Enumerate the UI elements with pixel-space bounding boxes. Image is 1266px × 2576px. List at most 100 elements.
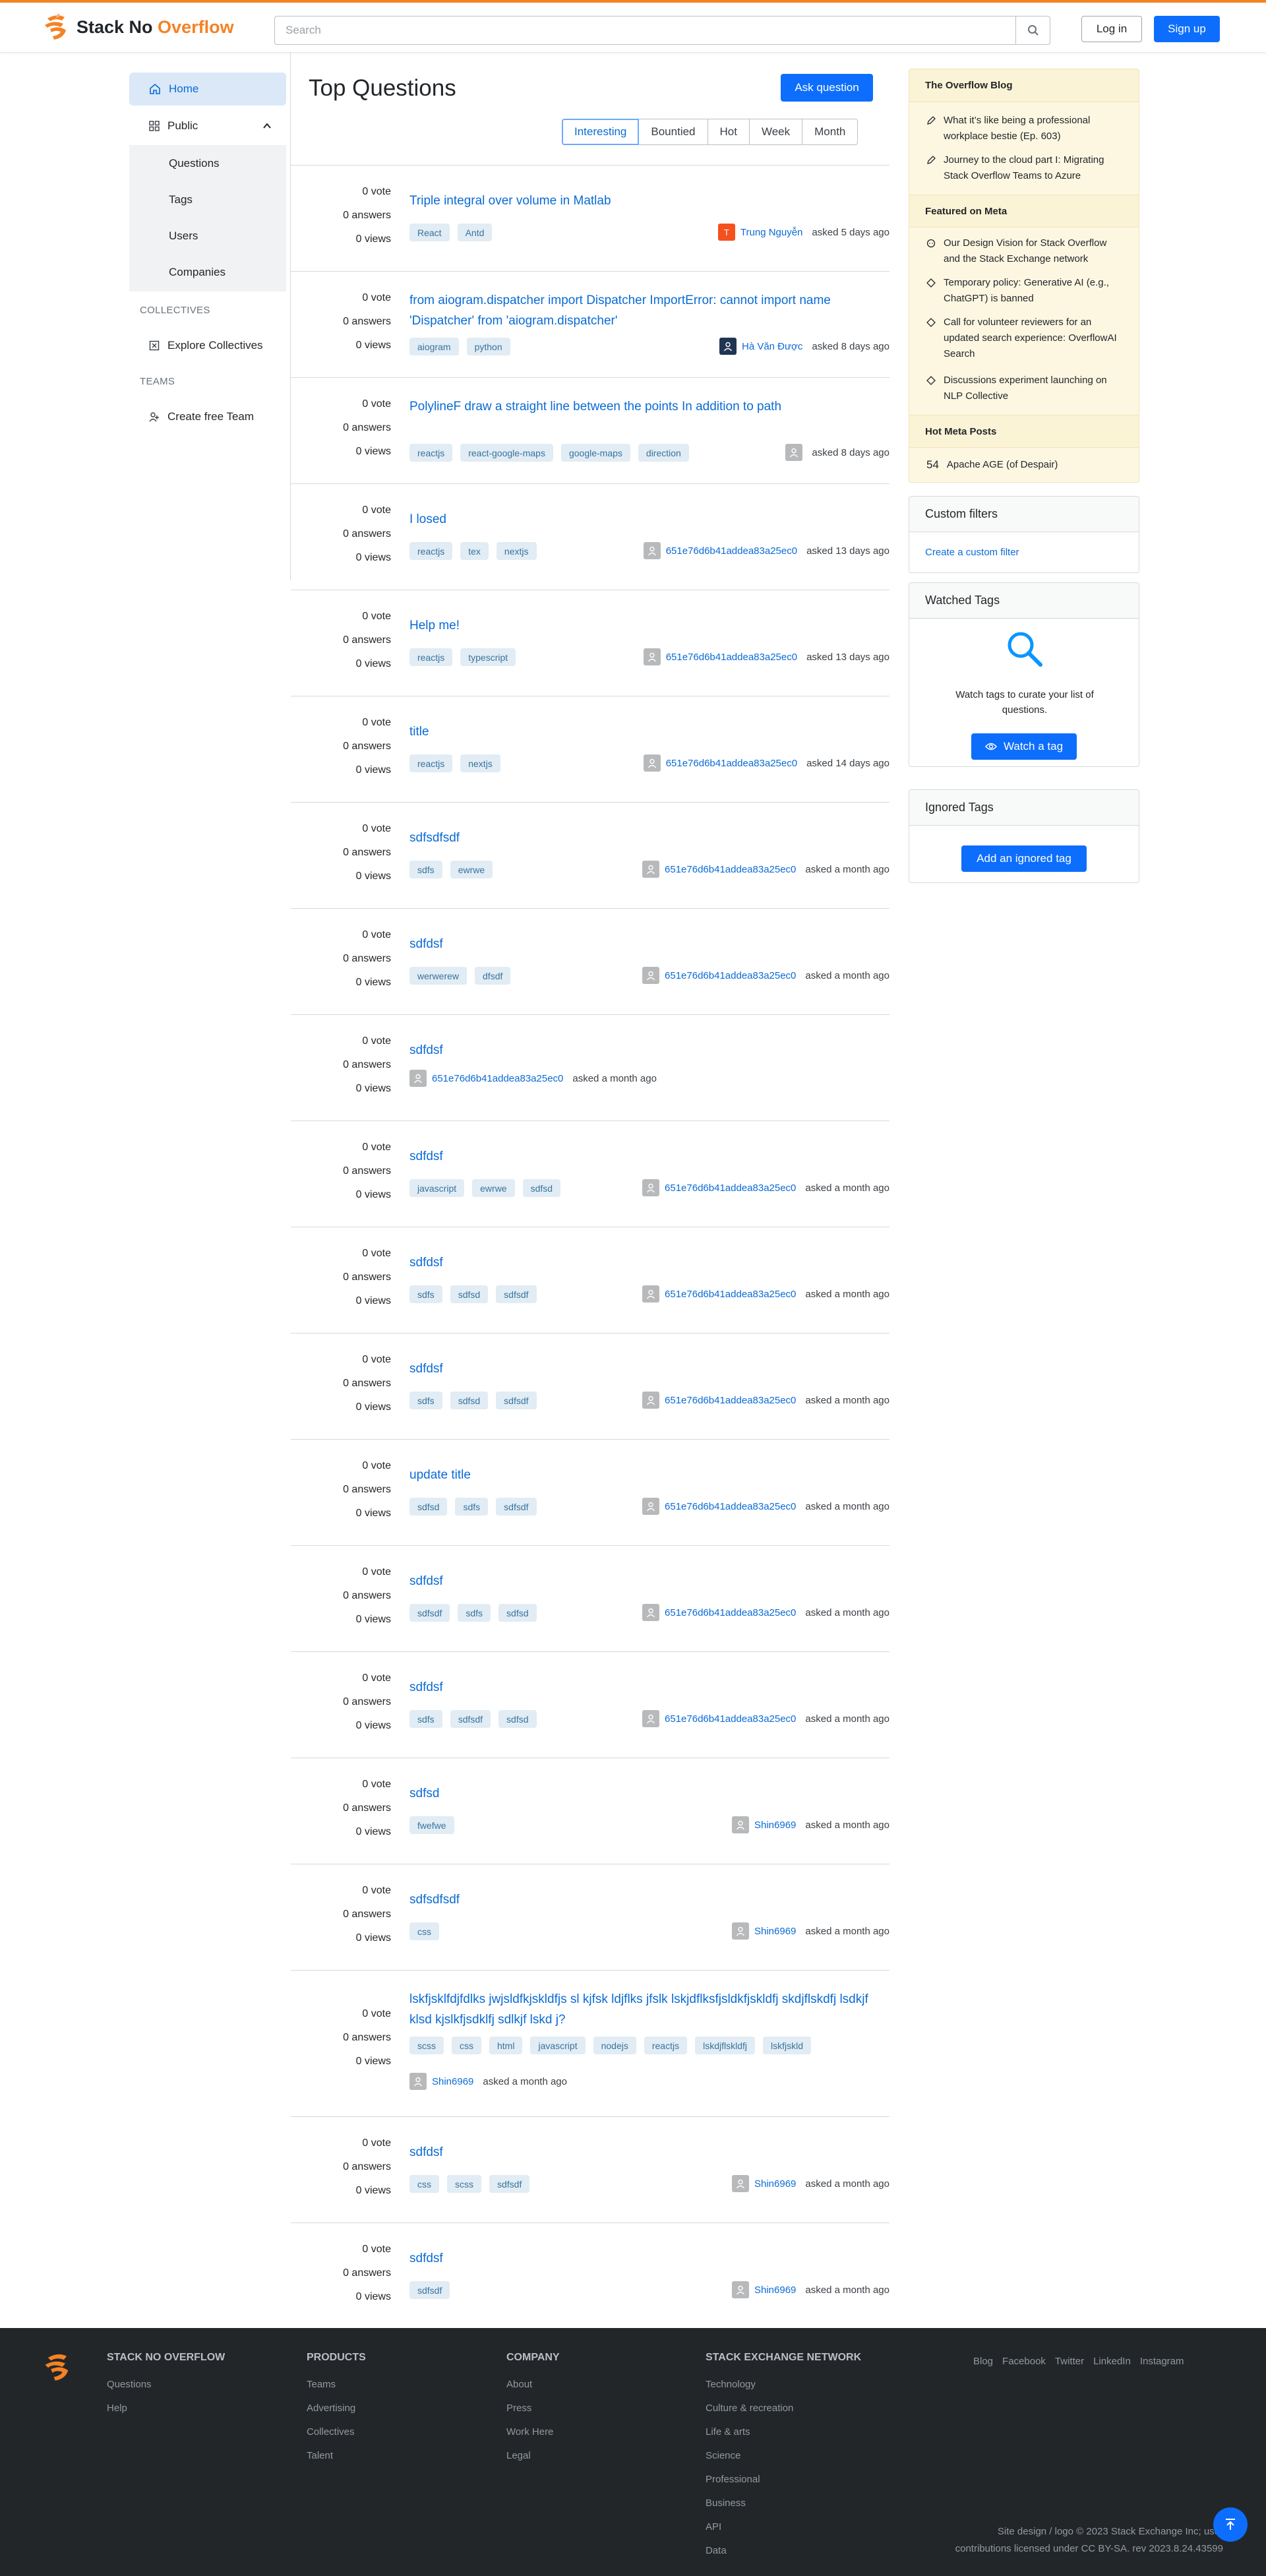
footer-link[interactable]: Advertising (307, 2397, 366, 2420)
meta-item[interactable]: Our Design Vision for Stack Overflow and… (926, 235, 1124, 267)
tag-chip[interactable]: sdfs (409, 1285, 442, 1303)
tag-chip[interactable]: javascript (409, 1179, 465, 1197)
login-button[interactable]: Log in (1081, 16, 1142, 42)
user-name-link[interactable]: 651e76d6b41addea83a25ec0 (665, 1501, 796, 1512)
question-title-link[interactable]: from aiogram.dispatcher import Dispatche… (409, 290, 871, 331)
footer-link[interactable]: Work Here (506, 2420, 560, 2444)
ask-question-button[interactable]: Ask question (781, 74, 873, 102)
user-name-link[interactable]: 651e76d6b41addea83a25ec0 (665, 1713, 796, 1725)
user-avatar[interactable] (642, 1498, 660, 1515)
tag-chip[interactable]: react-google-maps (460, 444, 553, 462)
question-title-link[interactable]: Help me! (409, 615, 871, 636)
tag-chip[interactable]: css (409, 1922, 439, 1940)
user-name-link[interactable]: Shin6969 (432, 2076, 473, 2087)
user-avatar[interactable] (785, 444, 803, 461)
question-title-link[interactable]: sdfdsf (409, 934, 871, 954)
user-name-link[interactable]: Shin6969 (754, 2285, 796, 2296)
tag-chip[interactable]: fwefwe (409, 1816, 454, 1834)
user-name-link[interactable]: 651e76d6b41addea83a25ec0 (665, 970, 796, 981)
chevron-up-icon[interactable] (262, 121, 272, 131)
footer-link[interactable]: About (506, 2373, 560, 2397)
footer-link[interactable]: Professional (706, 2468, 861, 2492)
question-title-link[interactable]: sdfsdfsdf (409, 828, 871, 848)
user-name-link[interactable]: 651e76d6b41addea83a25ec0 (665, 1607, 796, 1618)
watch-tag-button[interactable]: Watch a tag (971, 733, 1077, 760)
sidebar-item-home[interactable]: Home (129, 73, 286, 106)
question-title-link[interactable]: PolylineF draw a straight line between t… (409, 396, 871, 417)
user-avatar[interactable] (642, 967, 660, 984)
tag-chip[interactable]: aiogram (409, 338, 459, 355)
footer-link[interactable]: Culture & recreation (706, 2397, 861, 2420)
add-ignored-tag-button[interactable]: Add an ignored tag (961, 845, 1087, 872)
sidebar-item-questions[interactable]: Questions (129, 145, 286, 181)
user-avatar[interactable] (719, 338, 737, 355)
user-avatar[interactable] (642, 861, 660, 878)
user-name-link[interactable]: Shin6969 (754, 1820, 796, 1831)
search-input[interactable] (275, 16, 1015, 44)
user-name-link[interactable]: 651e76d6b41addea83a25ec0 (665, 1182, 796, 1194)
footer-link[interactable]: Teams (307, 2373, 366, 2397)
tag-chip[interactable]: ewrwe (450, 861, 493, 878)
user-avatar[interactable] (642, 1710, 660, 1727)
footer-link[interactable]: Press (506, 2397, 560, 2420)
user-avatar[interactable] (732, 1922, 749, 1940)
footer-link[interactable]: Technology (706, 2373, 861, 2397)
create-custom-filter-link[interactable]: Create a custom filter (925, 547, 1019, 558)
sidebar-item-public[interactable]: Public (129, 109, 286, 142)
user-name-link[interactable]: Shin6969 (754, 1926, 796, 1937)
blog-item[interactable]: Journey to the cloud part I: Migrating S… (926, 152, 1124, 184)
user-avatar[interactable] (642, 1285, 660, 1303)
tag-chip[interactable]: google-maps (560, 444, 630, 462)
question-title-link[interactable]: sdfsd (409, 1783, 871, 1804)
meta-item[interactable]: Call for volunteer reviewers for an upda… (926, 315, 1124, 362)
user-name-link[interactable]: 651e76d6b41addea83a25ec0 (666, 545, 797, 557)
tag-chip[interactable]: sdfsdf (496, 1498, 537, 1516)
sidebar-item-explore-collectives[interactable]: Explore Collectives (149, 339, 263, 352)
tag-chip[interactable]: sdfsd (450, 1392, 489, 1409)
tag-chip[interactable]: sdfs (409, 1392, 442, 1409)
question-title-link[interactable]: sdfdsf (409, 1571, 871, 1591)
tag-chip[interactable]: React (409, 224, 450, 241)
filter-week[interactable]: Week (748, 119, 803, 145)
user-name-link[interactable]: 651e76d6b41addea83a25ec0 (665, 1395, 796, 1406)
user-avatar[interactable] (732, 2281, 749, 2298)
tag-chip[interactable]: lskdjflskldfj (695, 2037, 755, 2054)
tag-chip[interactable]: css (409, 2175, 439, 2193)
footer-link[interactable]: Science (706, 2444, 861, 2468)
tag-chip[interactable]: css (452, 2037, 481, 2054)
tag-chip[interactable]: ewrwe (472, 1179, 515, 1197)
filter-month[interactable]: Month (802, 119, 859, 145)
sidebar-item-users[interactable]: Users (129, 218, 286, 254)
user-name-link[interactable]: 651e76d6b41addea83a25ec0 (665, 864, 796, 875)
tag-chip[interactable]: nodejs (593, 2037, 636, 2054)
footer-link[interactable]: Business (706, 2492, 861, 2515)
tag-chip[interactable]: sdfs (455, 1498, 489, 1516)
footer-link[interactable]: Questions (107, 2373, 225, 2397)
tag-chip[interactable]: sdfsdf (450, 1710, 491, 1728)
tag-chip[interactable]: python (466, 338, 510, 355)
tag-chip[interactable]: sdfsdf (496, 1392, 537, 1409)
tag-chip[interactable]: nextjs (460, 754, 500, 772)
tag-chip[interactable]: dfsdf (475, 967, 511, 985)
back-to-top-button[interactable] (1213, 2507, 1248, 2542)
user-avatar[interactable] (643, 542, 661, 559)
tag-chip[interactable]: sdfsd (522, 1179, 561, 1197)
footer-social-link[interactable]: Instagram (1140, 2356, 1184, 2367)
tag-chip[interactable]: lskfjskld (763, 2037, 812, 2054)
sidebar-item-create-team[interactable]: Create free Team (149, 410, 254, 423)
user-avatar[interactable] (642, 1604, 660, 1621)
question-title-link[interactable]: sdfdsf (409, 2142, 871, 2162)
meta-item[interactable]: Discussions experiment launching on NLP … (926, 373, 1124, 404)
footer-link[interactable]: Life & arts (706, 2420, 861, 2444)
search-button[interactable] (1015, 16, 1050, 44)
footer-social-link[interactable]: Facebook (1002, 2356, 1046, 2367)
tag-chip[interactable]: reactjs (409, 754, 453, 772)
tag-chip[interactable]: sdfsdf (409, 2281, 450, 2299)
hot-meta-item[interactable]: 54 Apache AGE (of Despair) (926, 457, 1124, 473)
user-avatar[interactable] (643, 754, 661, 772)
blog-item[interactable]: What it’s like being a professional work… (926, 113, 1124, 144)
question-title-link[interactable]: sdfsdfsdf (409, 1889, 871, 1910)
question-title-link[interactable]: sdfdsf (409, 1040, 871, 1060)
tag-chip[interactable]: Antd (457, 224, 493, 241)
user-name-link[interactable]: Hà Văn Được (742, 341, 802, 352)
